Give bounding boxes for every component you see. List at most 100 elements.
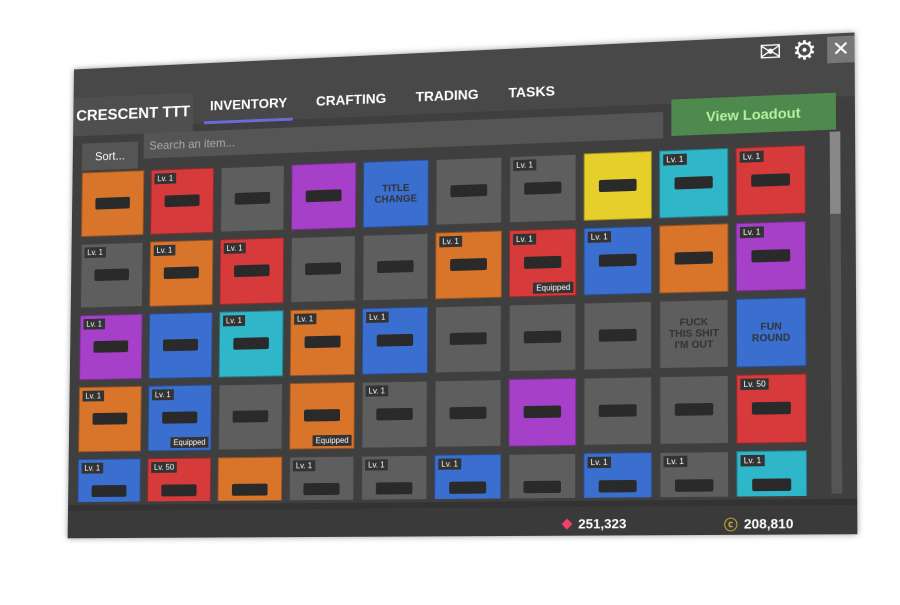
inventory-item[interactable]: Lv. 1 [78,385,142,453]
inventory-item[interactable]: Lv. 1 [735,220,807,292]
item-image [449,481,487,494]
level-badge: Lv. 1 [587,231,611,243]
window-frame: CRESCENT TTT INVENTORY CRAFTING TRADING … [67,32,858,539]
level-badge: Lv. 1 [82,390,104,402]
level-badge: Lv. 1 [663,455,688,468]
item-image [523,405,562,419]
inventory-item[interactable] [220,164,285,233]
level-badge: Lv. 1 [513,233,536,246]
item-image [162,338,199,352]
sort-button[interactable]: Sort... [81,141,139,171]
inventory-item[interactable] [583,376,653,446]
inventory-item[interactable]: Lv. 1 [360,454,428,503]
level-badge: Lv. 1 [587,456,611,469]
inventory-item[interactable]: Lv. 1 [79,313,143,381]
inventory-item[interactable]: Lv. 1 [583,225,653,296]
inventory-item[interactable]: Lv. 1 [288,455,355,503]
inventory-item[interactable]: Lv. 1 [149,239,214,307]
item-image [752,478,792,492]
scrollbar-thumb[interactable] [829,131,841,214]
inventory-item[interactable]: Lv. 1 [735,145,806,216]
inventory-item[interactable]: Lv. 1 [361,380,428,449]
inventory-item[interactable]: Equipped [289,381,355,450]
level-badge: Lv. 1 [222,315,245,327]
inventory-item[interactable]: Lv. 1 [736,450,808,503]
close-icon[interactable]: ✕ [827,35,855,63]
inventory-item[interactable]: Lv. 1 [583,452,653,503]
level-badge: Lv. 1 [366,311,389,324]
inventory-item[interactable]: Lv. 1 [659,147,729,219]
inventory-item[interactable] [583,150,652,221]
item-image [375,482,413,495]
inventory-item[interactable]: Lv. 1 [219,237,285,305]
item-grid: Lv. 1 TITLE CHANGE Lv. 1 Lv. 1 Lv. 1 Lv. 1 Lv.… [77,145,814,503]
inventory-item[interactable] [508,302,577,372]
item-image [524,181,562,195]
mail-icon[interactable]: ✉ [759,36,782,69]
inventory-item[interactable]: Lv. 1 [150,167,215,235]
scrollbar[interactable] [829,131,843,494]
item-image [598,253,637,267]
inventory-item[interactable]: Lv. 1 [361,306,429,375]
inventory-item[interactable] [659,374,730,445]
brand-title: CRESCENT TTT [73,92,194,137]
inventory-item[interactable] [659,223,729,294]
tab-trading[interactable]: TRADING [410,82,485,116]
inventory-item[interactable] [583,300,653,371]
inventory-item[interactable]: Lv. 1 [77,458,141,503]
level-badge: Lv. 1 [438,458,462,470]
inventory-item[interactable] [435,156,503,226]
inventory-item[interactable]: Lv. 1 [435,230,503,300]
header-actions: ✉ ⚙ ✕ [759,32,855,68]
inventory-item[interactable] [217,383,283,451]
inventory-item[interactable] [508,452,577,503]
item-image [523,330,562,344]
gear-icon[interactable]: ⚙ [792,34,817,67]
gems-value: 251,323 [578,515,627,532]
inventory-item[interactable] [434,379,502,448]
tab-crafting[interactable]: CRAFTING [310,86,392,120]
tab-inventory[interactable]: INVENTORY [204,90,294,125]
item-image [164,194,200,208]
inventory-item[interactable]: Lv. 1 Equipped [508,228,577,298]
level-badge: Lv. 1 [223,242,246,254]
tab-tasks[interactable]: TASKS [502,78,561,111]
inventory-item[interactable]: Lv. 1 [218,310,284,378]
inventory-item[interactable] [217,456,283,503]
inventory-item[interactable] [81,170,145,238]
inventory-item[interactable]: Lv. 1 [509,153,577,224]
item-caption: FUN ROUND [751,320,791,345]
inventory-item[interactable]: TITLE CHANGE [362,159,429,228]
item-image [234,191,271,205]
inventory-item[interactable] [290,162,357,231]
inventory-item[interactable]: Lv. 1 Equipped [147,384,212,452]
item-image [450,257,487,272]
level-badge: Lv. 1 [739,226,764,239]
item-image [232,410,269,423]
coins-balance: ⓒ 208,810 [724,514,794,534]
inventory-item[interactable]: Lv. 50 [146,457,212,503]
level-badge: Lv. 1 [84,246,106,259]
level-badge: Lv. 1 [513,159,537,172]
inventory-item[interactable] [434,304,502,374]
item-image [231,483,268,496]
inventory-item[interactable] [290,235,356,304]
inventory-item[interactable] [148,311,213,379]
item-image [376,407,413,421]
inventory-item[interactable] [508,377,577,447]
level-badge: Lv. 1 [294,313,317,325]
item-image [377,260,414,274]
inventory-item[interactable]: Lv. 1 [659,451,730,503]
inventory-item[interactable]: Lv. 1 [289,308,356,377]
level-badge: Lv. 1 [365,385,389,397]
inventory-item[interactable]: Lv. 1 [434,453,502,503]
tab-bar: INVENTORY CRAFTING TRADING TASKS [204,78,561,125]
inventory-item[interactable]: Lv. 50 [736,373,807,444]
inventory-item[interactable]: Lv. 1 [80,241,144,309]
inventory-item[interactable]: FUCK THIS SHIT I'M OUT [659,298,729,370]
view-loadout-button[interactable]: View Loadout [671,92,837,136]
inventory-item[interactable] [362,232,429,302]
inventory-item[interactable]: FUN ROUND [735,297,807,368]
item-image [449,406,487,420]
equipped-badge: Equipped [170,436,209,449]
